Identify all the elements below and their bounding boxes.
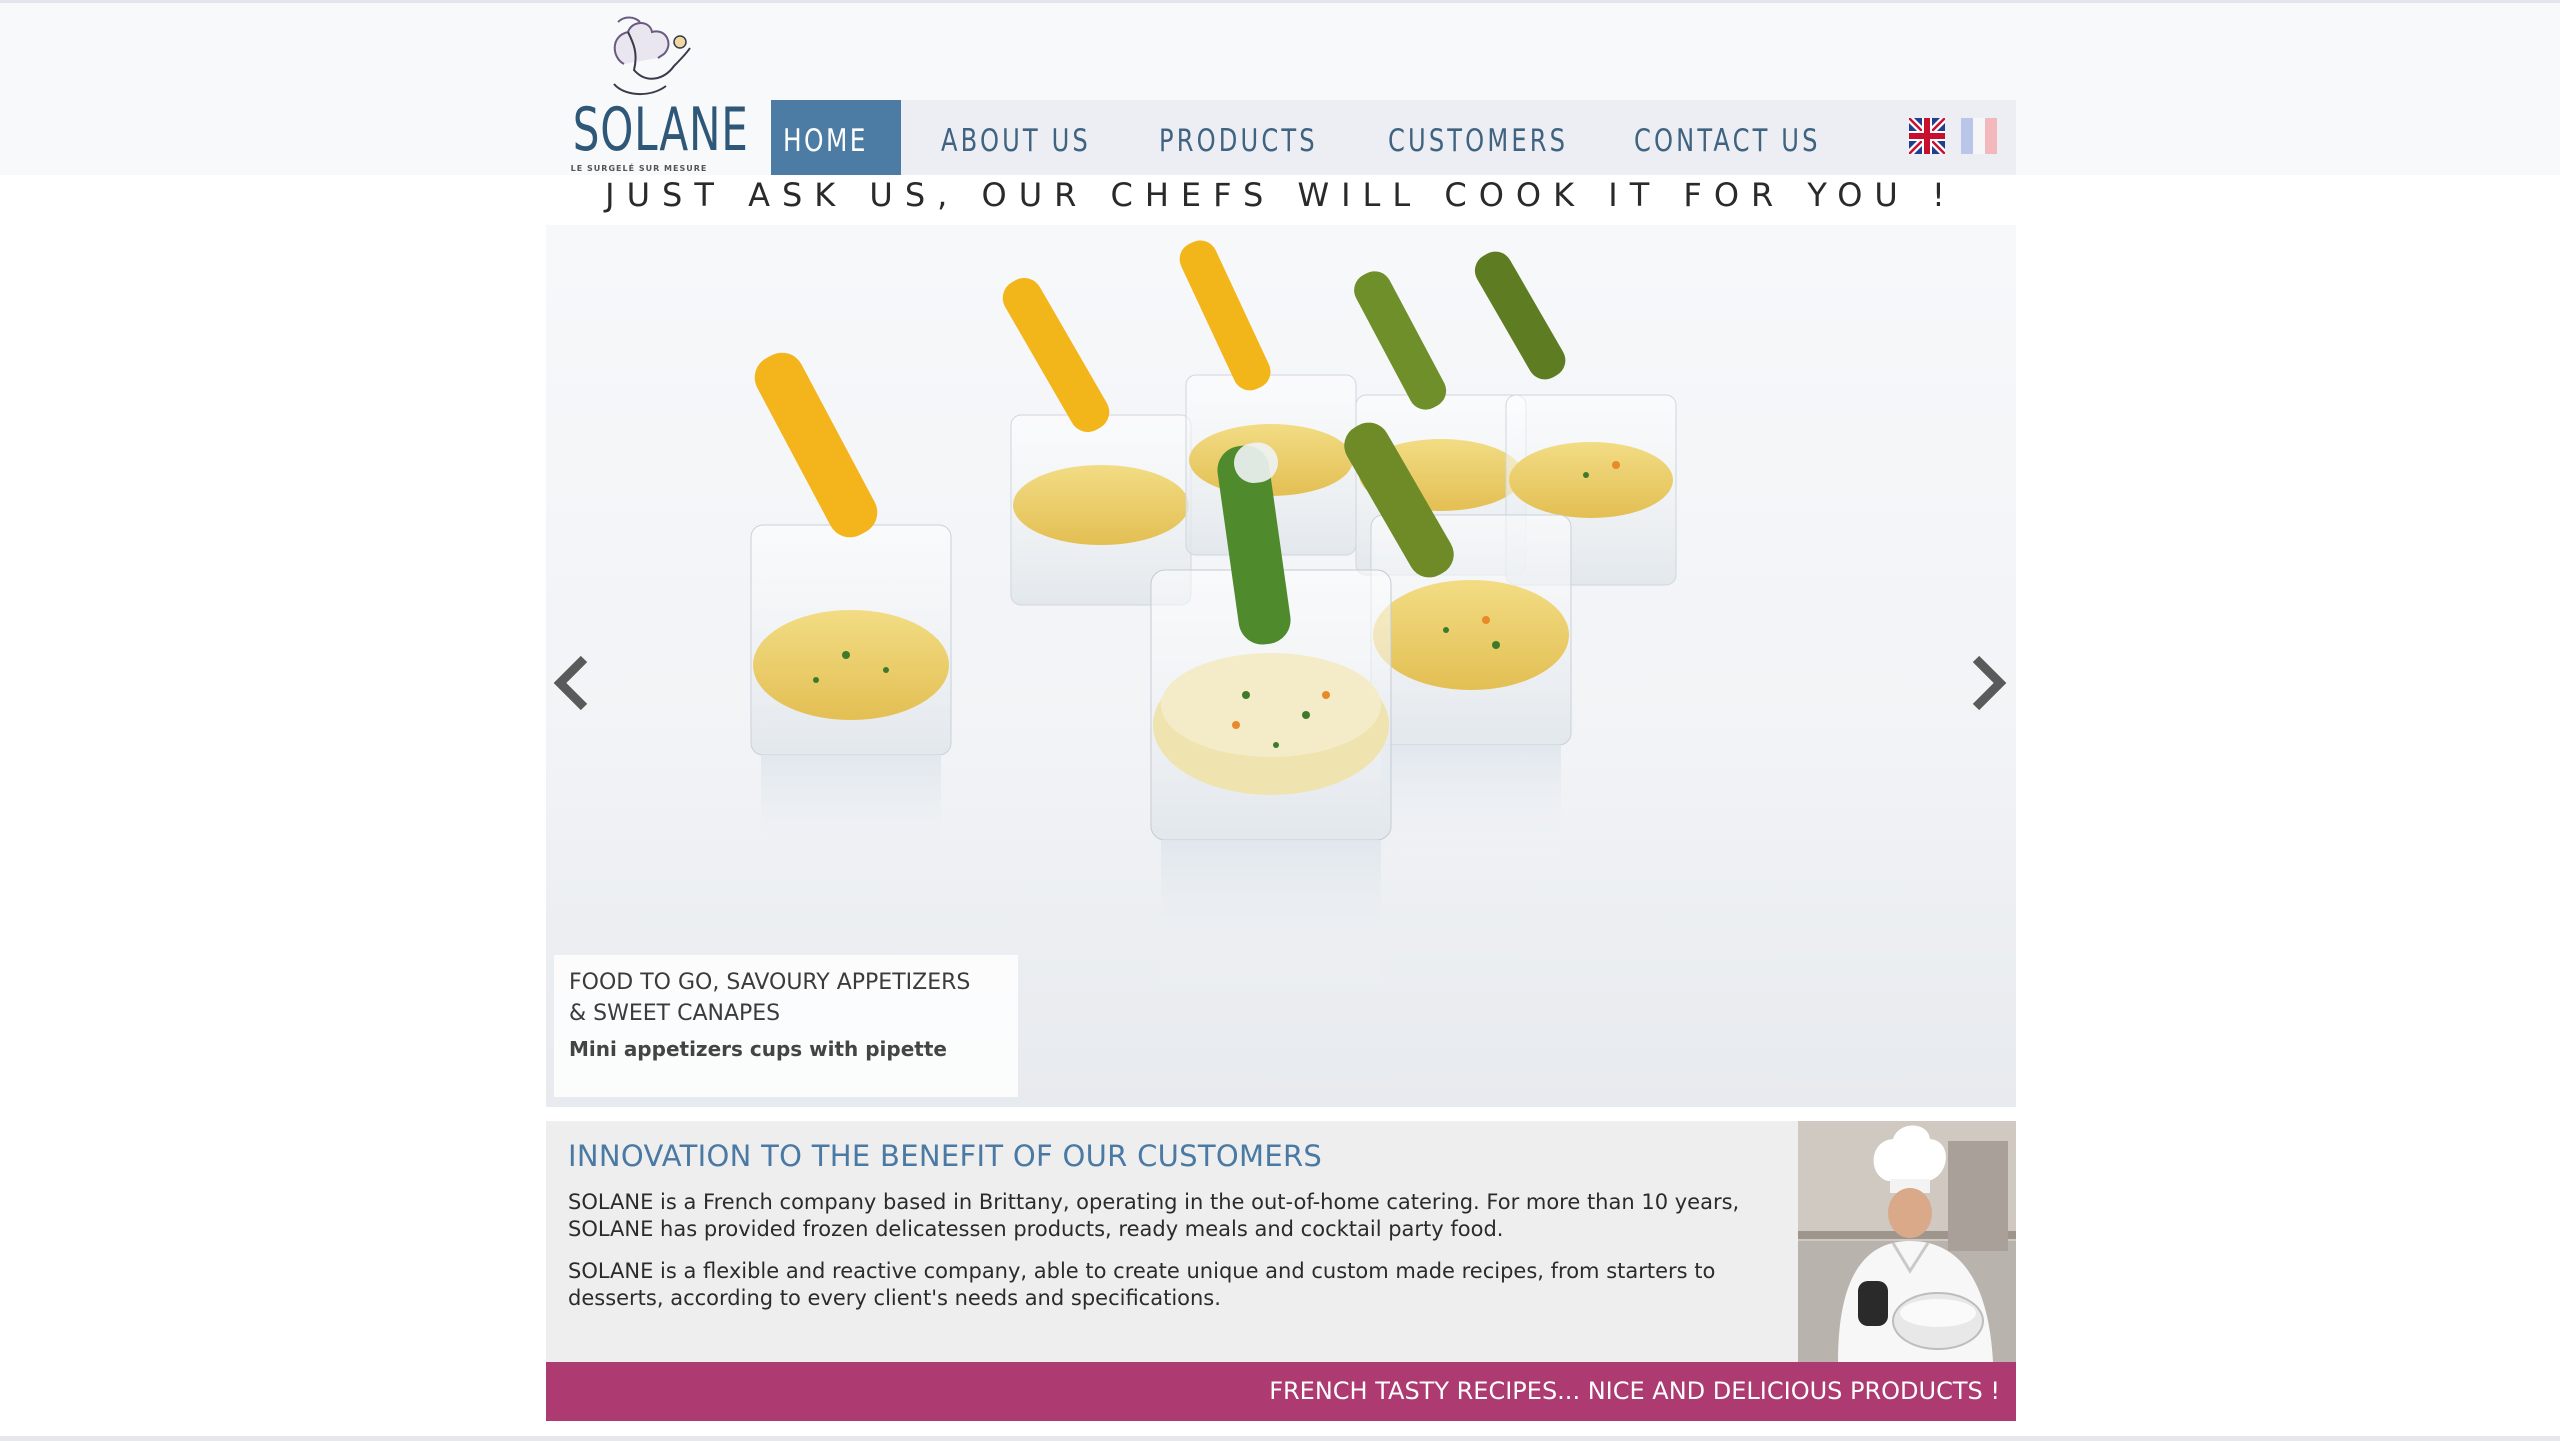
slide-caption-subtitle: Mini appetizers cups with pipette xyxy=(569,1037,947,1061)
nav-item-customers[interactable]: CUSTOMERS xyxy=(1388,100,1568,175)
innovation-paragraph-2: SOLANE is a flexible and reactive compan… xyxy=(568,1259,1716,1310)
cup-mid-1 xyxy=(750,352,952,875)
slogan-banner-text: FRENCH TASTY RECIPES... NICE AND DELICIO… xyxy=(1269,1377,2000,1405)
chef-hand-logo-icon xyxy=(613,16,691,95)
innovation-section: INNOVATION TO THE BENEFIT OF OUR CUSTOME… xyxy=(546,1121,2016,1362)
main-nav: HOME ABOUT US PRODUCTS CUSTOMERS CONTACT… xyxy=(771,100,2016,175)
nav-item-contact-us[interactable]: CONTACT US xyxy=(1634,100,1821,175)
france-flag-icon[interactable] xyxy=(1961,118,1997,154)
slide-caption-line2: & SWEET CANAPES xyxy=(569,1001,781,1026)
brand-tagline: LE SURGELÉ SUR MESURE xyxy=(570,164,708,173)
innovation-title: INNOVATION TO THE BENEFIT OF OUR CUSTOME… xyxy=(568,1139,1323,1173)
slide-caption: FOOD TO GO, SAVOURY APPETIZERS & SWEET C… xyxy=(554,955,1018,1097)
hero-slider[interactable]: FOOD TO GO, SAVOURY APPETIZERS & SWEET C… xyxy=(546,225,2016,1107)
nav-item-products[interactable]: PRODUCTS xyxy=(1159,100,1318,175)
brand-name: SOLANE xyxy=(572,95,749,165)
uk-flag-icon[interactable] xyxy=(1909,118,1945,154)
slide-caption-title: FOOD TO GO, SAVOURY APPETIZERS & SWEET C… xyxy=(569,967,1009,1029)
bottom-border xyxy=(0,1436,2560,1441)
chevron-right-icon[interactable] xyxy=(1960,653,2010,713)
slide-caption-line1: FOOD TO GO, SAVOURY APPETIZERS xyxy=(569,970,971,995)
cup-back-1 xyxy=(1002,277,1192,606)
header-slogan: JUST ASK US, OUR CHEFS WILL COOK IT FOR … xyxy=(605,176,1957,214)
chevron-left-icon[interactable] xyxy=(550,653,600,713)
page-container: SOLANE LE SURGELÉ SUR MESURE HOME ABOUT … xyxy=(546,0,2016,1441)
nav-item-home[interactable]: HOME xyxy=(771,100,902,175)
nav-item-home-label: HOME xyxy=(783,123,868,159)
solane-logo[interactable]: SOLANE LE SURGELÉ SUR MESURE xyxy=(554,14,749,173)
slogan-banner: FRENCH TASTY RECIPES... NICE AND DELICIO… xyxy=(546,1362,2016,1421)
innovation-paragraph-1: SOLANE is a French company based in Brit… xyxy=(568,1190,1740,1241)
chef-photo xyxy=(1798,1121,2016,1362)
nav-item-about-us[interactable]: ABOUT US xyxy=(941,100,1091,175)
